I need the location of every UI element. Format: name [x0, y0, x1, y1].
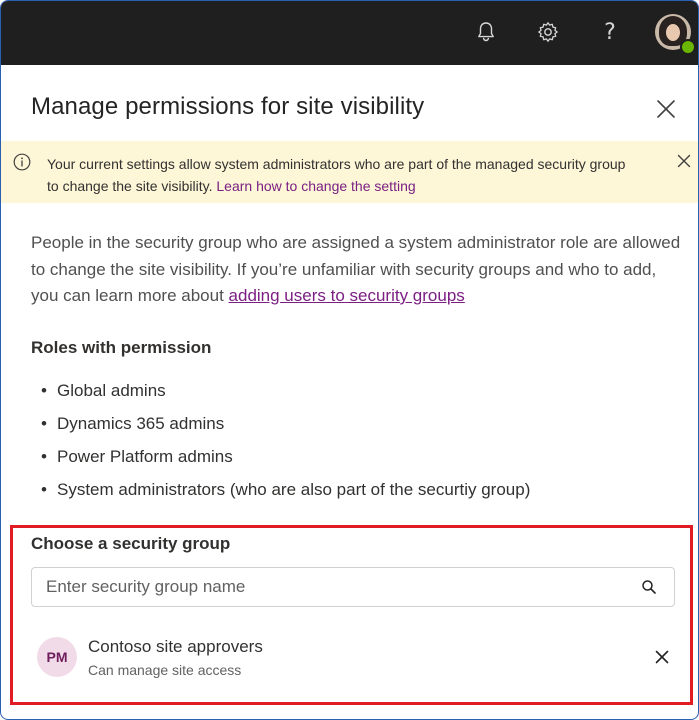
panel-title: Manage permissions for site visibility: [31, 93, 425, 120]
selected-security-group: PM Contoso site approvers Can manage sit…: [31, 631, 673, 683]
banner-link[interactable]: Learn how to change the setting: [216, 178, 415, 194]
group-name: Contoso site approvers: [88, 637, 263, 656]
security-group-search: [31, 567, 675, 607]
info-banner: Your current settings allow system admin…: [1, 141, 698, 203]
security-group-input[interactable]: [46, 576, 626, 598]
role-label: Dynamics 365 admins: [57, 414, 225, 433]
close-icon[interactable]: [653, 96, 679, 122]
group-subtitle: Can manage site access: [88, 662, 242, 678]
banner-close-icon[interactable]: [676, 153, 692, 169]
remove-group-icon[interactable]: [654, 649, 670, 665]
group-avatar: PM: [37, 637, 77, 677]
roles-heading: Roles with permission: [31, 338, 212, 357]
window-frame: ? Manage permissions for site visibility…: [0, 0, 699, 720]
bullet: •: [41, 381, 47, 400]
avatar-face: [666, 24, 680, 41]
role-label: Global admins: [57, 381, 166, 400]
help-icon[interactable]: ?: [595, 17, 625, 47]
security-groups-link[interactable]: adding users to security groups: [229, 286, 465, 305]
role-label: System administrators (who are also part…: [57, 480, 531, 499]
roles-list: • Global admins • Dynamics 365 admins • Pow…: [31, 378, 530, 510]
security-group-label: Choose a security group: [31, 534, 231, 553]
gear-icon[interactable]: [533, 17, 563, 47]
list-item: • Power Platform admins: [31, 444, 530, 477]
banner-message: Your current settings allow system admin…: [47, 153, 637, 197]
bullet: •: [41, 447, 47, 466]
list-item: • System administrators (who are also par…: [31, 477, 530, 510]
list-item: • Global admins: [31, 378, 530, 411]
bullet: •: [41, 414, 47, 433]
bell-icon[interactable]: [471, 17, 501, 47]
description: People in the security group who are ass…: [31, 230, 681, 310]
bullet: •: [41, 480, 47, 499]
top-bar: ?: [1, 1, 698, 65]
presence-status-icon: [680, 39, 696, 55]
search-icon[interactable]: [641, 579, 657, 595]
info-icon: [13, 153, 31, 171]
role-label: Power Platform admins: [57, 447, 233, 466]
list-item: • Dynamics 365 admins: [31, 411, 530, 444]
